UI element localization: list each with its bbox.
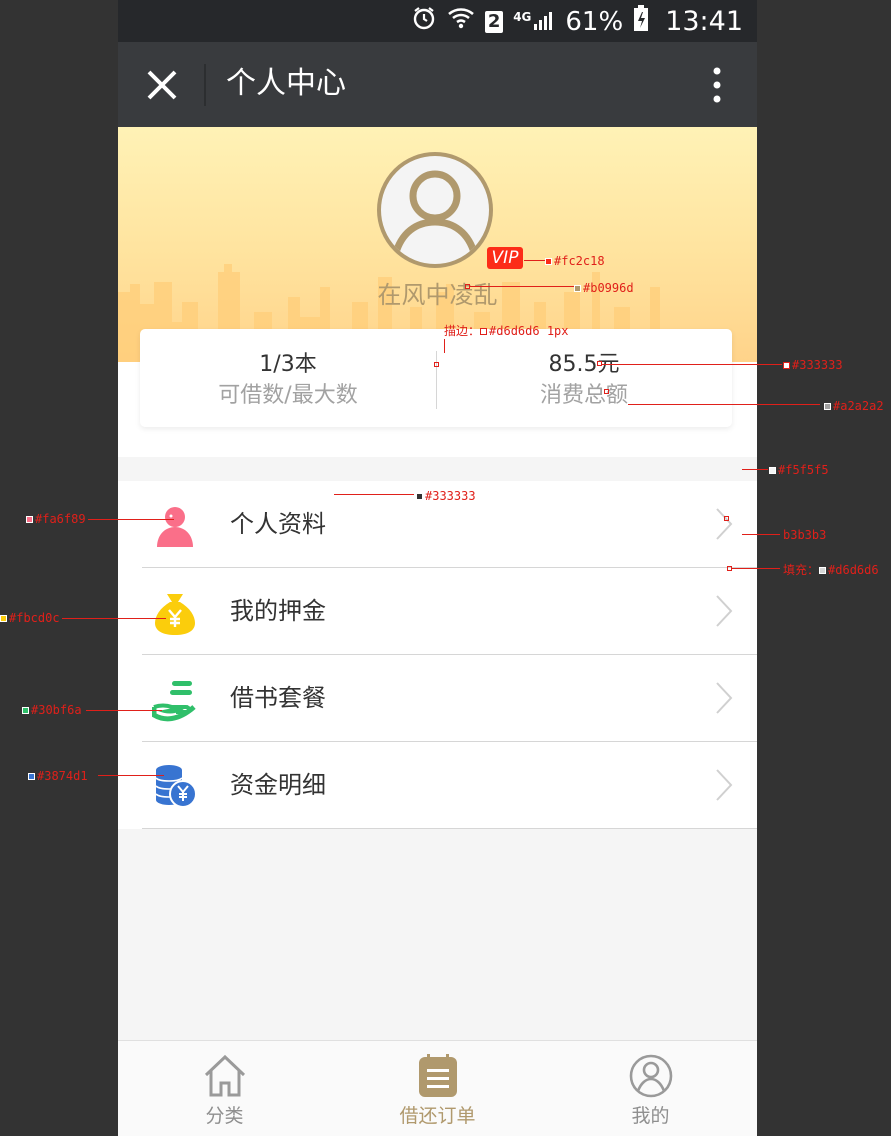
annotation-person-color: #fa6f89 (26, 512, 86, 526)
vip-badge: VIP (487, 247, 523, 269)
annotation-line (524, 260, 546, 261)
chevron-right-icon (716, 682, 733, 714)
annotation-bg-color: #f5f5f5 (769, 463, 829, 477)
network-type: 4G (513, 9, 532, 24)
clock: 13:41 (665, 6, 743, 37)
page-title: 个人中心 (226, 66, 346, 101)
annotation-stroke: 描边： #d6d6d6 1px (444, 324, 569, 338)
hand-package-icon (152, 681, 196, 722)
menu-item-funds[interactable]: 资金明细 (118, 742, 757, 829)
annotation-line (62, 618, 166, 619)
menu-item-deposit[interactable]: 我的押金 (118, 568, 757, 655)
borrow-count-label: 可借数/最大数 (218, 383, 358, 408)
avatar[interactable] (377, 152, 493, 268)
annotation-stat-label-color: #a2a2a2 (824, 399, 884, 413)
annotation-line (602, 364, 782, 365)
home-icon (204, 1054, 246, 1097)
bottom-tab-bar: 分类 借还订单 我的 (118, 1040, 757, 1136)
menu-item-label: 借书套餐 (230, 684, 326, 712)
title-bar: 个人中心 (118, 42, 757, 127)
status-bar: 2 4G 61% 13:41 (118, 0, 757, 42)
annotation-line (742, 534, 780, 535)
user-avatar-icon (391, 170, 479, 258)
tab-category[interactable]: 分类 (118, 1041, 331, 1136)
annotation-dot (724, 516, 729, 521)
annotation-dot (604, 389, 609, 394)
total-spend-label: 消费总额 (539, 383, 628, 408)
menu-item-label: 个人资料 (230, 510, 326, 538)
wifi-icon (447, 5, 475, 38)
tab-label: 我的 (631, 1105, 670, 1127)
more-menu-button[interactable] (707, 66, 727, 104)
borrow-count-value: 1/3本 (259, 352, 317, 377)
annotation-line (470, 286, 574, 287)
total-spend-value: 85.5元 (548, 352, 620, 377)
profile-header: VIP 在风中凌乱 (118, 127, 757, 362)
annotation-stat-value-color: #333333 (783, 358, 843, 372)
annotation-vip-color: #fc2c18 (545, 254, 605, 268)
coins-icon (155, 765, 197, 808)
annotation-line (444, 339, 445, 353)
annotation-bag-color: #fbcd0c (0, 611, 60, 625)
annotation-dot (434, 362, 439, 367)
annotation-line (98, 775, 164, 776)
close-button[interactable] (144, 67, 180, 103)
phone-screen: 2 4G 61% 13:41 个人中心 VIP 在风中凌乱 1/3本 可借数/最… (118, 0, 757, 1136)
person-icon (157, 507, 193, 547)
annotation-line (628, 404, 820, 405)
title-divider (204, 64, 206, 106)
chevron-right-icon (716, 508, 733, 540)
alarm-icon (411, 5, 437, 38)
sim-icon: 2 (485, 10, 504, 33)
close-icon (147, 70, 177, 100)
order-list-icon (419, 1054, 457, 1097)
annotation-username-color: #b0996d (574, 281, 634, 295)
annotation-line (732, 568, 780, 569)
menu-list: 个人资料 我的押金 借书套餐 资金明细 (118, 481, 757, 829)
annotation-line (86, 710, 162, 711)
borrow-count-stat[interactable]: 1/3本 可借数/最大数 (140, 351, 436, 413)
money-bag-icon (155, 594, 195, 635)
battery-percent: 61% (565, 6, 624, 37)
tab-mine[interactable]: 我的 (544, 1041, 757, 1136)
annotation-package-color: #30bf6a (22, 703, 82, 717)
tab-label: 借还订单 (399, 1105, 476, 1127)
menu-item-label: 资金明细 (230, 771, 326, 799)
annotation-chevron-color: b3b3b3 (783, 528, 827, 542)
tab-orders[interactable]: 借还订单 (331, 1041, 544, 1136)
chevron-right-icon (716, 769, 733, 801)
annotation-line (88, 519, 174, 520)
menu-item-label: 我的押金 (230, 597, 326, 625)
annotation-coins-color: #3874d1 (28, 769, 88, 783)
tab-label: 分类 (205, 1105, 244, 1127)
annotation-fill: 填充： #d6d6d6 (783, 563, 879, 577)
battery-icon (633, 4, 649, 39)
more-vertical-icon (713, 67, 721, 103)
chevron-right-icon (716, 595, 733, 627)
menu-item-package[interactable]: 借书套餐 (118, 655, 757, 742)
menu-divider (142, 828, 757, 829)
annotation-menu-text-color: #333333 (416, 489, 476, 503)
username: 在风中凌乱 (377, 281, 498, 309)
stats-card: 1/3本 可借数/最大数 85.5元 消费总额 (140, 329, 732, 427)
user-circle-icon (629, 1054, 673, 1098)
annotation-line (742, 469, 768, 470)
signal-icon (533, 5, 555, 38)
annotation-line (334, 494, 414, 495)
